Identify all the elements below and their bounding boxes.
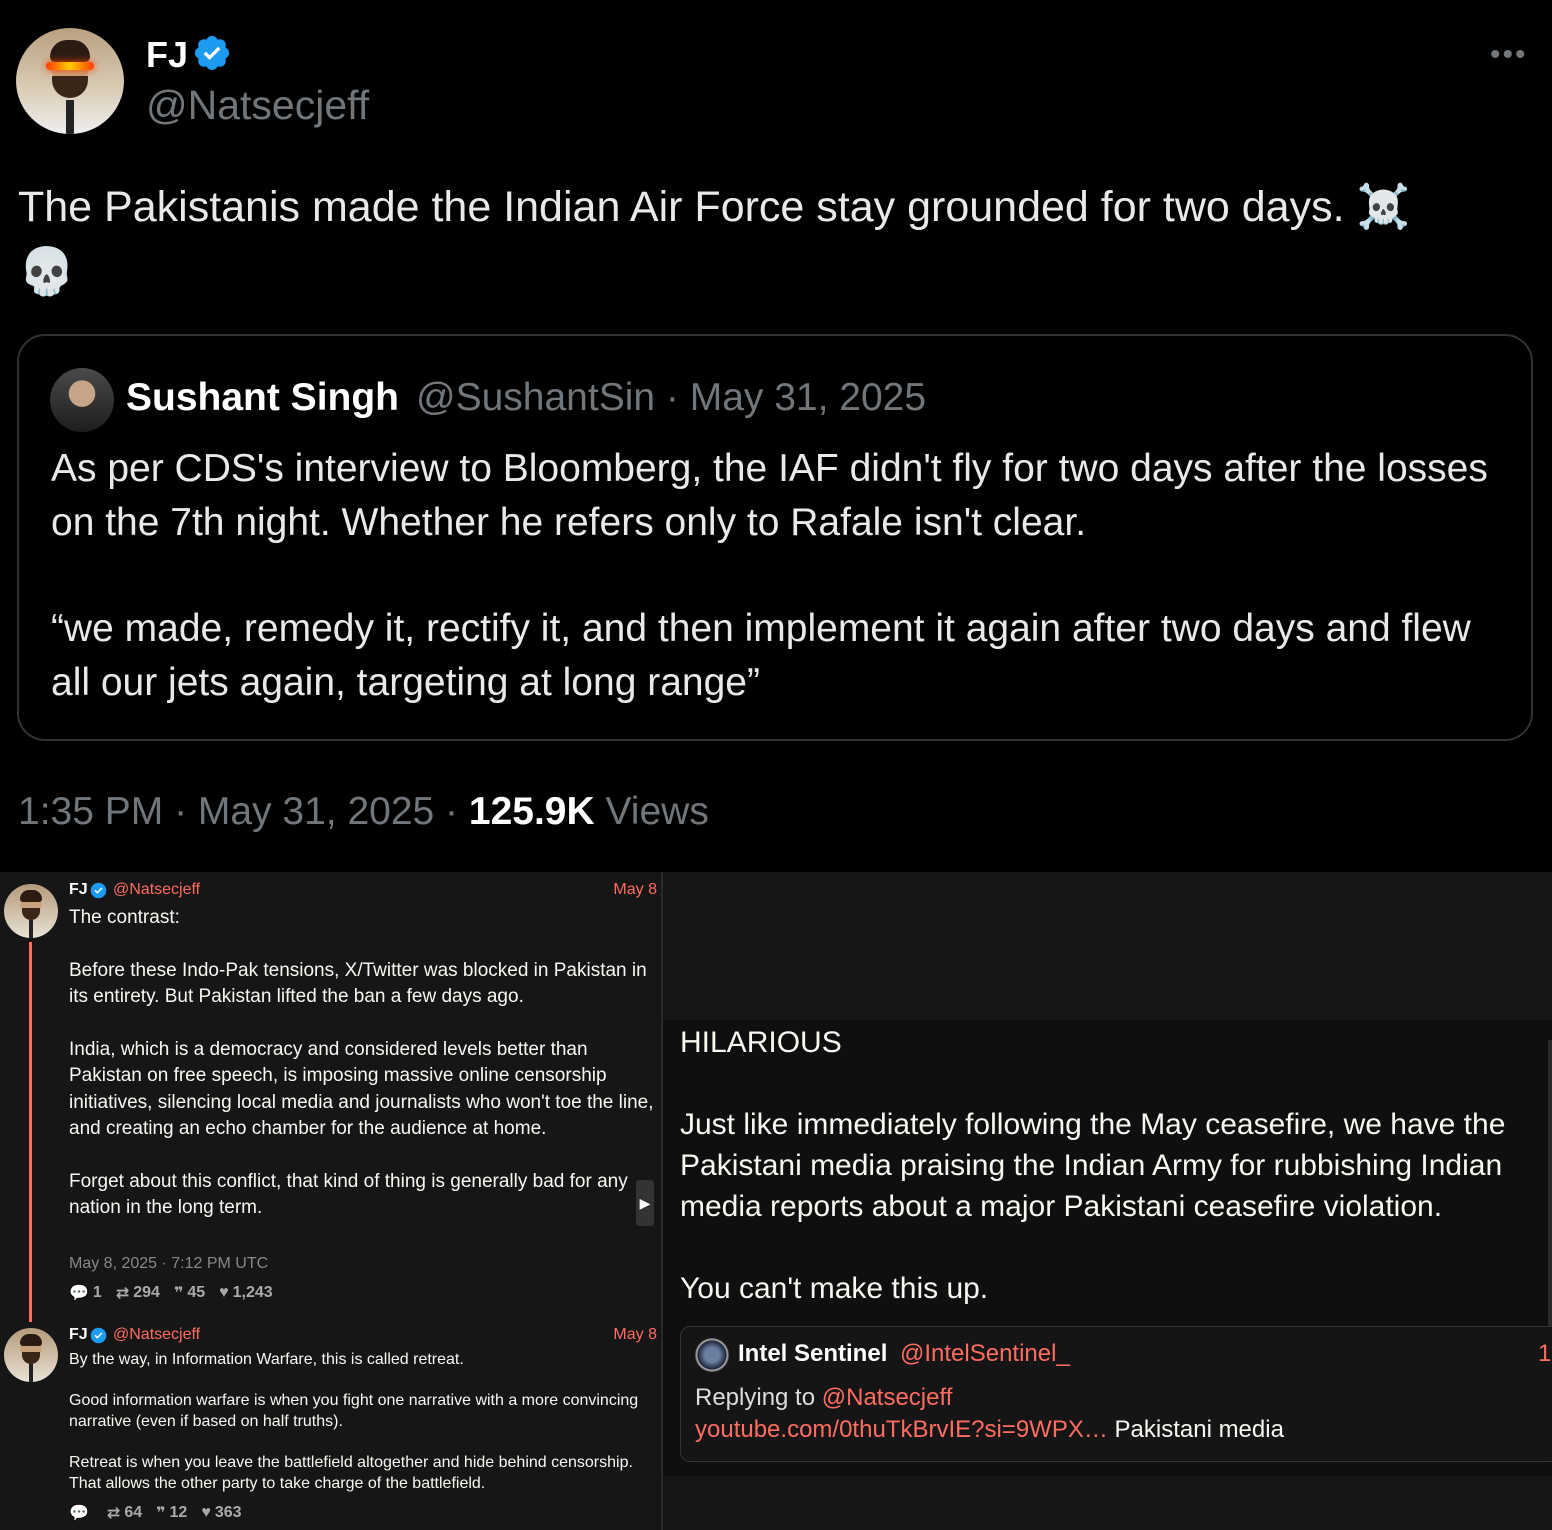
thread-body: By the way, in Information Warfare, this… — [69, 1351, 639, 1492]
retweet-count: 294 — [133, 1284, 160, 1301]
replying-to-handle[interactable]: @Natsecjeff — [822, 1384, 953, 1411]
retweet-stat[interactable]: ⇄ 64 — [107, 1503, 142, 1523]
thread-full-timestamp: May 8, 2025 · 7:12 PM UTC — [69, 1255, 269, 1272]
thread-avatar[interactable] — [4, 884, 58, 938]
like-count: 363 — [214, 1504, 242, 1521]
more-horizontal-icon[interactable]: ••• — [1490, 38, 1528, 72]
quoted-author-name[interactable]: Sushant Singh — [126, 376, 399, 420]
replying-to-label: Replying to — [695, 1384, 822, 1411]
quote-icon: ❞ — [156, 1505, 166, 1522]
quoted-text-paragraph-2: “we made, remedy it, rectify it, and the… — [51, 607, 1471, 704]
verified-badge-icon — [194, 35, 230, 71]
reply-stat[interactable]: 💬 — [69, 1503, 93, 1523]
reply-count: 1 — [92, 1284, 102, 1301]
thread-date[interactable]: May 8 — [560, 881, 657, 899]
thread-connector — [29, 942, 32, 1322]
quoted-post-author-handle[interactable]: @IntelSentinel_ — [900, 1340, 1070, 1368]
author-avatar[interactable] — [16, 28, 124, 134]
quoted-post-author-name[interactable]: Intel Sentinel — [738, 1340, 887, 1368]
retweet-icon: ⇄ — [106, 1505, 121, 1522]
quoted-author-avatar[interactable] — [50, 368, 114, 432]
views-count: 125.9K — [468, 790, 595, 833]
author-handle[interactable]: @Natsecjeff — [146, 82, 369, 129]
comment-icon: 💬 — [69, 1505, 89, 1522]
like-count: 1,243 — [232, 1284, 273, 1301]
globe-avatar-icon[interactable] — [695, 1338, 729, 1372]
thread-body: The contrast: Before these Indo-Pak tens… — [69, 907, 654, 1219]
quoted-meta: @SushantSin · May 31, 2025 — [416, 376, 927, 419]
reply-stat[interactable]: 💬 1 — [69, 1283, 102, 1303]
thread-author-handle[interactable]: @Natsecjeff — [113, 881, 200, 899]
tweet-timestamp[interactable]: 1:35 PM · May 31, 2025 · — [18, 790, 469, 833]
quote-count: 12 — [169, 1504, 188, 1521]
quoted-text: As per CDS's interview to Bloomberg, the… — [51, 442, 1511, 710]
retweet-stat[interactable]: ⇄ 294 — [116, 1283, 160, 1303]
heart-icon: ♥ — [219, 1284, 229, 1301]
comment-icon: 💬 — [69, 1285, 89, 1302]
quoted-post-link-line: youtube.com/0thuTkBrvIE?si=9WPX… Pakista… — [695, 1416, 1284, 1444]
verified-badge-icon — [90, 882, 107, 899]
thread-avatar[interactable] — [4, 1328, 58, 1382]
thread-stats: 💬 ⇄ 64 ❞ 12 ♥ 363 — [69, 1503, 242, 1523]
like-stat[interactable]: ♥ 363 — [201, 1504, 241, 1522]
right-post-text: HILARIOUS Just like immediately followin… — [680, 1026, 1506, 1305]
replying-to-line: Replying to @Natsecjeff — [695, 1384, 952, 1412]
retweet-icon: ⇄ — [115, 1285, 130, 1302]
tweet-footer-meta: 1:35 PM · May 31, 2025 · 125.9K Views — [18, 790, 709, 834]
quote-icon: ❞ — [173, 1285, 184, 1302]
quote-stat[interactable]: ❞ 45 — [174, 1283, 205, 1303]
verified-badge-icon — [90, 1327, 107, 1344]
thread-author-handle[interactable]: @Natsecjeff — [113, 1326, 200, 1344]
play-arrow-icon[interactable]: ▶ — [636, 1180, 654, 1226]
quote-count: 45 — [187, 1284, 206, 1301]
thread-author-name[interactable]: FJ — [69, 1326, 88, 1344]
quoted-text-paragraph-1: As per CDS's interview to Bloomberg, the… — [51, 447, 1488, 544]
youtube-link[interactable]: youtube.com/0thuTkBrvIE?si=9WPX… — [695, 1416, 1108, 1443]
retweet-count: 64 — [124, 1504, 143, 1521]
tweet-text: The Pakistanis made the Indian Air Force… — [18, 183, 1411, 231]
author-name[interactable]: FJ — [146, 34, 188, 76]
thread-author-name[interactable]: FJ — [69, 881, 88, 899]
thread-stats: 💬 1 ⇄ 294 ❞ 45 ♥ 1,243 — [69, 1283, 273, 1303]
heart-icon: ♥ — [201, 1504, 211, 1521]
link-suffix-text: Pakistani media — [1107, 1416, 1284, 1443]
quote-stat[interactable]: ❞ 12 — [156, 1503, 187, 1523]
thread-date[interactable]: May 8 — [560, 1326, 657, 1344]
views-label: Views — [594, 790, 709, 833]
like-stat[interactable]: ♥ 1,243 — [219, 1284, 273, 1302]
skull-emoji: 💀 — [18, 245, 76, 297]
quoted-post-trailing: 1 — [1538, 1340, 1552, 1367]
